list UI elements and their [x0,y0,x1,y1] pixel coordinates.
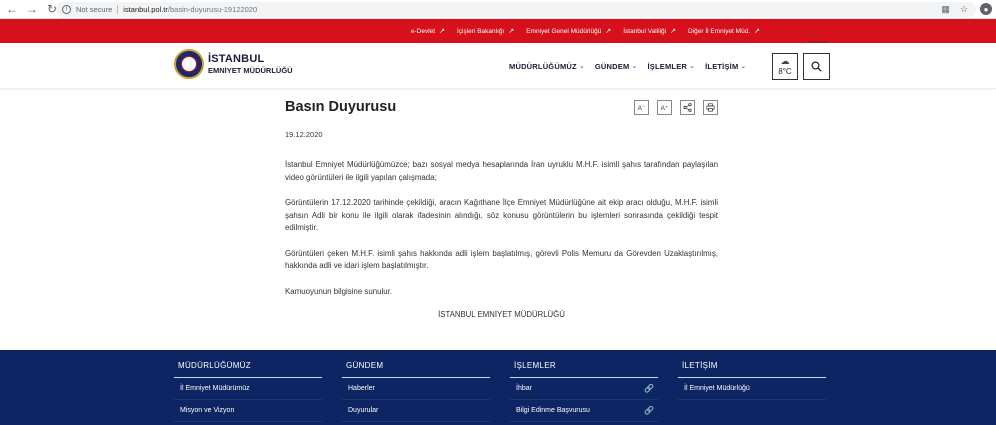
chevron-down-icon: ⌄ [631,63,638,70]
chevron-down-icon: ⌄ [689,63,696,70]
nav-mudurlugumuz[interactable]: MÜDÜRLÜĞÜMÜZ ⌄ [509,62,585,71]
weather-widget[interactable]: ☁ 8°C [772,53,798,80]
footer-heading: İŞLEMLER [510,350,658,378]
toplink-label: İçişleri Bakanlığı [456,27,505,35]
url-path: /basin-duyurusu-19122020 [167,5,258,14]
article-tools: A⁻ A⁺ [634,100,718,115]
toplink-label: e-Devlet [410,27,436,35]
increase-font-button[interactable]: A⁺ [657,100,672,115]
page-title: Basın Duyurusu [285,99,397,115]
toplink-egm[interactable]: Emniyet Genel Müdürlüğü ↗ [526,27,612,36]
search-button[interactable] [803,53,830,80]
footer-heading: İLETİŞİM [678,350,826,378]
article-container: Basın Duyurusu A⁻ A⁺ 19.12.2020 İstanbul… [285,89,718,319]
footer-link[interactable]: Bilgi Edinme Başvurusu 🔗 [510,400,658,422]
external-link-icon: ↗ [605,28,612,35]
url-text[interactable]: istanbul.pol.tr/basin-duyurusu-19122020 [123,5,257,14]
nav-label: İŞLEMLER [647,61,688,71]
footer-heading: MÜDÜRLÜĞÜMÜZ [174,350,322,378]
site-header: İSTANBUL EMNİYET MÜDÜRLÜĞÜ MÜDÜRLÜĞÜMÜZ ⌄… [0,43,996,89]
forward-icon[interactable]: → [24,1,40,17]
top-links-bar: e-Devlet ↗ İçişleri Bakanlığı ↗ Emniyet Ge… [0,19,996,61]
back-icon[interactable]: ← [4,1,20,17]
footer-link[interactable]: Duyurular [342,400,490,422]
search-icon [811,61,822,72]
address-bar[interactable]: ! Not secure istanbul.pol.tr/basin-duyur… [56,2,976,17]
browser-toolbar: ← → ↻ ! Not secure istanbul.pol.tr/basin… [0,0,996,19]
decrease-font-button[interactable]: A⁻ [634,100,649,115]
footer-link-label: Haberler [348,385,375,392]
external-link-icon: ↗ [754,28,760,35]
external-link-icon: ↗ [439,28,445,35]
footer-column-islemler: İŞLEMLER İhbar 🔗 Bilgi Edinme Başvurusu 🔗 [510,350,658,422]
warning-icon[interactable]: ! [62,5,71,14]
main-navigation: MÜDÜRLÜĞÜMÜZ ⌄ GÜNDEM ⌄ İŞLEMLER ⌄ İLETİŞİM… [509,43,746,89]
footer-link-label: İhbar [516,385,532,392]
toplink-label: İstanbul Valiliği [623,27,667,35]
url-host: istanbul.pol.tr [123,5,168,14]
cloud-icon: ☁ [780,56,790,66]
footer-column-mudurlugumuz: MÜDÜRLÜĞÜMÜZ İl Emniyet Müdürümüz Misyon… [174,350,322,422]
weather-temperature: 8°C [778,67,792,76]
footer-link-label: İl Emniyet Müdürlüğü [684,385,750,392]
article-paragraph: Görüntüleri çeken M.H.F. isimli şahıs ha… [285,248,718,271]
profile-avatar-icon[interactable]: ● [980,3,992,15]
toplink-label: Emniyet Genel Müdürlüğü [526,27,602,35]
toplink-icisleri[interactable]: İçişleri Bakanlığı ↗ [456,27,515,36]
article-paragraph: Görüntülerin 17.12.2020 tarihinde çekild… [285,198,718,232]
bookmark-star-icon[interactable]: ☆ [960,4,968,15]
printer-icon [706,103,715,112]
chevron-down-icon: ⌄ [740,63,747,70]
footer-link-label: İl Emniyet Müdürümüz [180,385,250,392]
toplink-e-devlet[interactable]: e-Devlet ↗ [410,27,445,36]
footer-link[interactable]: Haberler [342,378,490,400]
footer-link[interactable]: İl Emniyet Müdürümüz [174,378,322,400]
police-emblem-icon [174,49,204,79]
share-button[interactable] [680,100,695,115]
footer-heading: GÜNDEM [342,350,490,378]
external-link-icon: ↗ [508,28,515,35]
chevron-down-icon: ⌄ [578,63,585,70]
toplink-diger[interactable]: Diğer İl Emniyet Müd. ↗ [687,27,760,36]
divider [117,5,119,14]
article-date: 19.12.2020 [285,130,323,139]
nav-label: GÜNDEM [594,61,630,71]
footer-link[interactable]: İhbar 🔗 [510,378,658,400]
external-link-icon: ↗ [670,28,676,35]
footer-link-label: Duyurular [348,407,379,414]
translate-icon[interactable]: ▦ [941,4,950,15]
toplink-label: Diğer İl Emniyet Müd. [687,27,751,35]
print-button[interactable] [703,100,718,115]
footer-column-iletisim: İLETİŞİM İl Emniyet Müdürlüğü [678,350,826,400]
footer-link-label: Bilgi Edinme Başvurusu [516,407,590,414]
link-icon: 🔗 [644,384,654,393]
logo-title: İSTANBUL [208,52,265,65]
toplink-valilik[interactable]: İstanbul Valiliği ↗ [623,27,676,36]
nav-islemler[interactable]: İŞLEMLER ⌄ [648,62,696,71]
nav-label: İLETİŞİM [705,61,739,71]
article-body: İstanbul Emniyet Müdürlüğümüzce; bazı so… [285,159,718,298]
share-icon [683,103,692,112]
footer-link[interactable]: İl Emniyet Müdürlüğü [678,378,826,400]
article-paragraph: İstanbul Emniyet Müdürlüğümüzce; bazı so… [285,160,718,182]
nav-gundem[interactable]: GÜNDEM ⌄ [595,62,638,71]
nav-iletisim[interactable]: İLETİŞİM ⌄ [705,62,746,71]
article-paragraph: Kamuoyunun bilgisine sunulur. [285,286,393,296]
nav-label: MÜDÜRLÜĞÜMÜZ [509,61,577,71]
footer-link[interactable]: Misyon ve Vizyon [174,400,322,422]
logo-subtitle: EMNİYET MÜDÜRLÜĞÜ [208,65,293,75]
site-logo[interactable]: İSTANBUL EMNİYET MÜDÜRLÜĞÜ [174,49,293,79]
footer-column-gundem: GÜNDEM Haberler Duyurular [342,350,490,422]
security-label: Not secure [76,5,113,14]
footer-link-label: Misyon ve Vizyon [180,407,235,414]
article-signature: İSTANBUL EMNİYET MÜDÜRLÜĞÜ [438,310,565,319]
link-icon: 🔗 [644,406,654,415]
site-footer: MÜDÜRLÜĞÜMÜZ İl Emniyet Müdürümüz Misyon… [0,350,996,425]
